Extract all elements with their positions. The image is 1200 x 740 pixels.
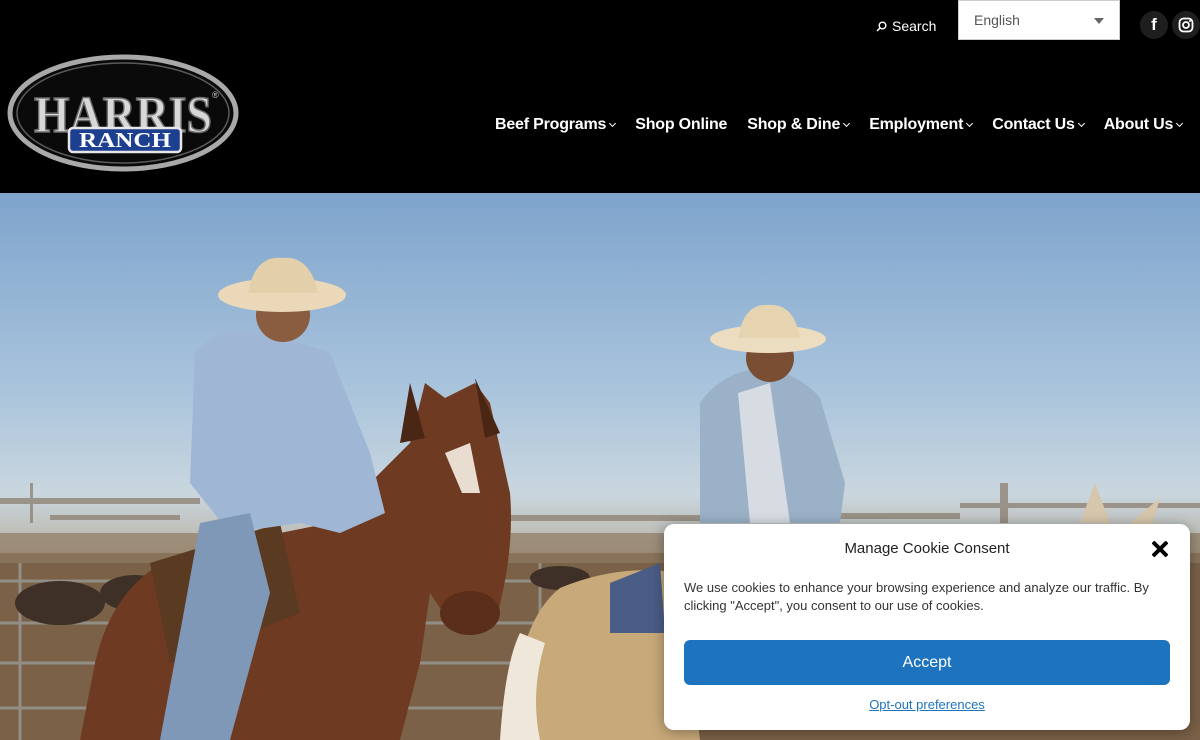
facebook-icon[interactable]: f [1140, 11, 1168, 39]
feedlot-structures [0, 483, 1200, 523]
nav-label: About Us [1103, 116, 1174, 133]
nav-label: Shop & Dine [747, 116, 841, 133]
nav-label: Beef Programs [495, 116, 607, 133]
cookie-consent-dialog: Manage Cookie Consent We use cookies to … [664, 524, 1190, 730]
nav-beef-programs[interactable]: Beef Programs [495, 116, 617, 134]
chevron-down-icon [609, 119, 617, 127]
nav-label: Employment [869, 116, 964, 133]
facebook-glyph: f [1151, 15, 1157, 34]
accept-button[interactable]: Accept [684, 640, 1170, 685]
language-selected: English [974, 12, 1020, 28]
language-select[interactable]: English [958, 0, 1120, 40]
chevron-down-icon [966, 119, 974, 127]
search-icon [876, 21, 887, 32]
chevron-down-icon [1094, 18, 1104, 24]
logo-line2: RANCH [79, 128, 171, 152]
opt-out-preferences-link[interactable]: Opt-out preferences [664, 697, 1190, 712]
search-link[interactable]: Search [876, 16, 936, 36]
main-nav: Beef Programs Shop Online Shop & Dine Em… [495, 114, 1184, 136]
nav-shop-dine[interactable]: Shop & Dine [747, 116, 851, 134]
nav-contact-us[interactable]: Contact Us [992, 116, 1085, 134]
close-icon[interactable] [1151, 540, 1169, 558]
cookie-message: We use cookies to enhance your browsing … [684, 580, 1149, 613]
nav-label: Contact Us [992, 116, 1075, 133]
nav-employment[interactable]: Employment [869, 116, 974, 134]
logo-registered: ® [212, 90, 219, 100]
search-label: Search [892, 18, 937, 34]
nav-about-us[interactable]: About Us [1103, 116, 1184, 134]
cookie-title: Manage Cookie Consent [844, 540, 1010, 557]
harris-ranch-logo[interactable]: HARRIS ® RANCH [7, 54, 239, 172]
instagram-glyph [1178, 17, 1194, 33]
chevron-down-icon [1176, 119, 1184, 127]
nav-label: Shop Online [635, 116, 728, 133]
site-header: Search English f HARRIS ® RANCH Beef Pro… [0, 0, 1200, 193]
nav-shop-online[interactable]: Shop Online [635, 116, 727, 134]
instagram-icon[interactable] [1172, 11, 1200, 39]
chevron-down-icon [843, 119, 851, 127]
chevron-down-icon [1077, 119, 1085, 127]
